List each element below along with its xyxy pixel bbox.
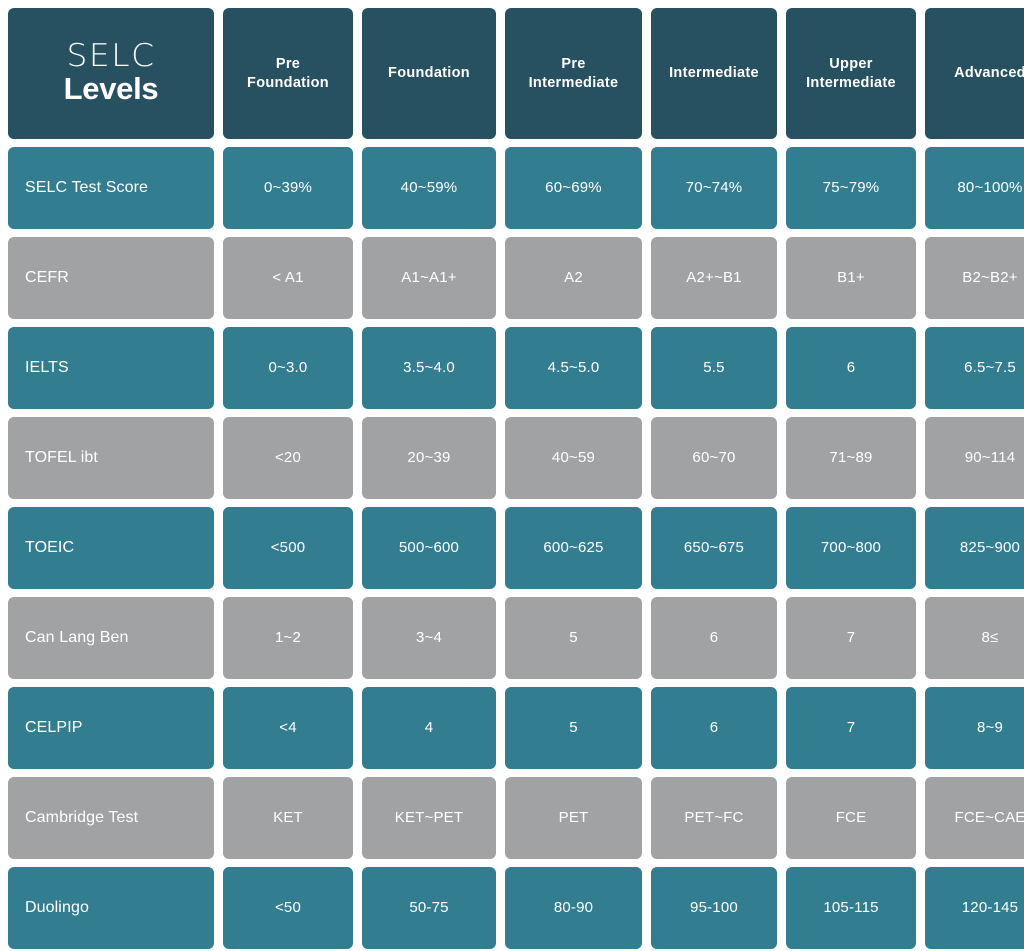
table-cell: 5: [505, 687, 642, 769]
table-cell: 120-145: [925, 867, 1024, 949]
table-cell: 600~625: [505, 507, 642, 589]
table-cell: 75~79%: [786, 147, 916, 229]
column-header-label: Pre Foundation: [247, 56, 329, 91]
table-cell: B1+: [786, 237, 916, 319]
table-cell: 20~39: [362, 417, 496, 499]
row-label: IELTS: [8, 327, 214, 409]
column-header-label: Advanced: [954, 65, 1024, 82]
column-header: Pre Intermediate: [505, 8, 642, 139]
table-cell: 6: [651, 687, 777, 769]
table-cell: 6.5~7.5: [925, 327, 1024, 409]
row-label: TOFEL ibt: [8, 417, 214, 499]
table-cell: 80~100%: [925, 147, 1024, 229]
table-cell: PET: [505, 777, 642, 859]
table-cell: A2+~B1: [651, 237, 777, 319]
column-header: Intermediate: [651, 8, 777, 139]
row-label: CELPIP: [8, 687, 214, 769]
table-cell: 7: [786, 597, 916, 679]
table-cell: 3.5~4.0: [362, 327, 496, 409]
table-cell: 40~59: [505, 417, 642, 499]
table-cell: FCE~CAE: [925, 777, 1024, 859]
table-cell: 4: [362, 687, 496, 769]
table-cell: <20: [223, 417, 353, 499]
row-label: Duolingo: [8, 867, 214, 949]
table-cell: < A1: [223, 237, 353, 319]
table-cell: 6: [651, 597, 777, 679]
column-header-label: Foundation: [388, 65, 470, 82]
table-cell: 6: [786, 327, 916, 409]
row-label: SELC Test Score: [8, 147, 214, 229]
table-cell: 500~600: [362, 507, 496, 589]
table-cell: 50-75: [362, 867, 496, 949]
column-header-label: Intermediate: [669, 65, 759, 82]
table-cell: B2~B2+: [925, 237, 1024, 319]
row-label: TOEIC: [8, 507, 214, 589]
table-cell: 7: [786, 687, 916, 769]
selc-levels-logo: SELC Levels: [8, 8, 214, 139]
table-cell: 60~70: [651, 417, 777, 499]
column-header: Upper Intermediate: [786, 8, 916, 139]
column-header-label: Pre Intermediate: [528, 56, 619, 91]
table-cell: 71~89: [786, 417, 916, 499]
table-cell: 0~39%: [223, 147, 353, 229]
column-header-label: Upper Intermediate: [806, 56, 896, 91]
column-header: Advanced: [925, 8, 1024, 139]
table-cell: 60~69%: [505, 147, 642, 229]
table-cell: 8~9: [925, 687, 1024, 769]
table-cell: 700~800: [786, 507, 916, 589]
logo-wordmark: SELC: [66, 38, 156, 75]
table-cell: <4: [223, 687, 353, 769]
row-label: Can Lang Ben: [8, 597, 214, 679]
column-header: Pre Foundation: [223, 8, 353, 139]
row-label: CEFR: [8, 237, 214, 319]
table-cell: 80-90: [505, 867, 642, 949]
row-label: Cambridge Test: [8, 777, 214, 859]
table-cell: <50: [223, 867, 353, 949]
table-cell: A1~A1+: [362, 237, 496, 319]
table-cell: KET: [223, 777, 353, 859]
table-cell: PET~FC: [651, 777, 777, 859]
table-cell: 5: [505, 597, 642, 679]
logo-subtitle: Levels: [63, 71, 159, 107]
table-cell: 90~114: [925, 417, 1024, 499]
table-cell: 825~900: [925, 507, 1024, 589]
table-cell: 105-115: [786, 867, 916, 949]
table-cell: 1~2: [223, 597, 353, 679]
table-cell: A2: [505, 237, 642, 319]
table-cell: 70~74%: [651, 147, 777, 229]
table-cell: 40~59%: [362, 147, 496, 229]
table-cell: 0~3.0: [223, 327, 353, 409]
table-cell: 4.5~5.0: [505, 327, 642, 409]
table-cell: 8≤: [925, 597, 1024, 679]
table-cell: KET~PET: [362, 777, 496, 859]
column-header: Foundation: [362, 8, 496, 139]
table-cell: 95-100: [651, 867, 777, 949]
table-cell: 5.5: [651, 327, 777, 409]
table-cell: FCE: [786, 777, 916, 859]
table-cell: 650~675: [651, 507, 777, 589]
table-cell: 3~4: [362, 597, 496, 679]
selc-levels-table: SELC Levels Pre Foundation Foundation Pre Inte…: [0, 0, 1024, 951]
table-cell: <500: [223, 507, 353, 589]
